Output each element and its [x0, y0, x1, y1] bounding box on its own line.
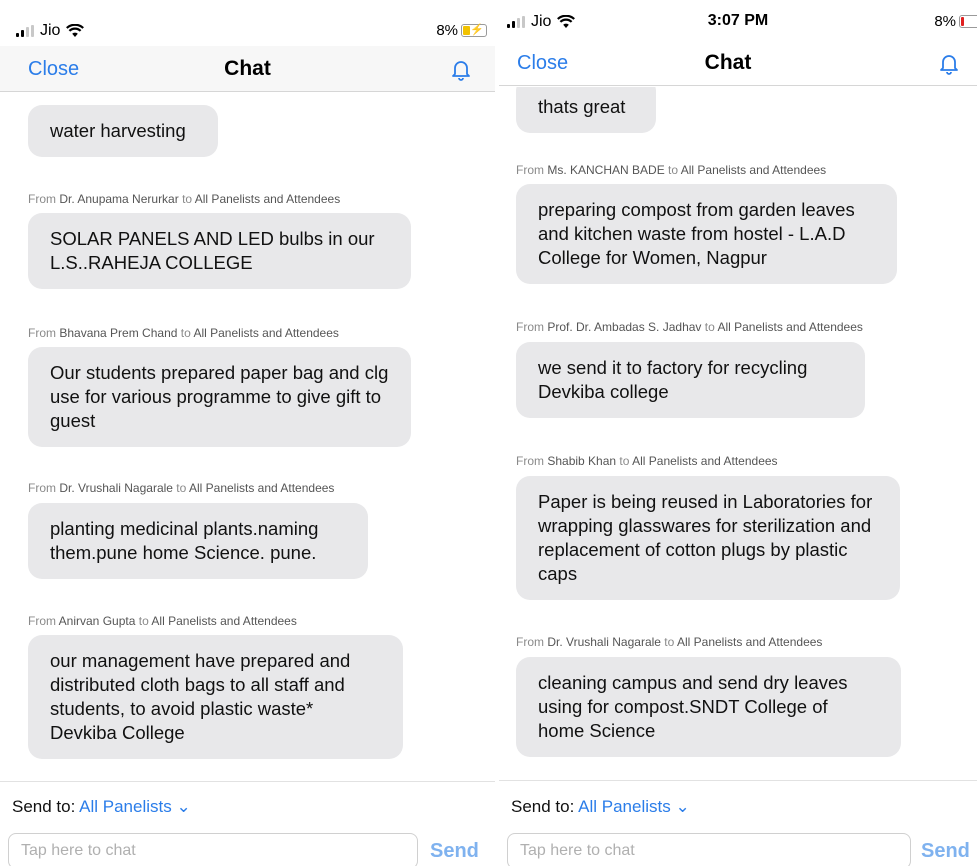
message-bubble: thats great [516, 87, 656, 133]
battery-icon [959, 15, 977, 28]
recipient-name: All Panelists and Attendees [676, 635, 823, 649]
recipient-name: All Panelists and Attendees [717, 320, 863, 334]
message-bubble: preparing compost from garden leaves and… [516, 184, 897, 284]
status-bar: Jio 3:07 PM 8% [499, 0, 977, 40]
send-to-label: Send to: [511, 797, 575, 816]
recipient-name: All Panelists and Attendees [151, 614, 297, 628]
message-sender-line: From Ms. KANCHAN BADE to All Panelists a… [516, 163, 827, 177]
sender-name: Dr. Vrushali Nagarale [547, 635, 661, 649]
recipient-name: All Panelists and Attendees [632, 454, 778, 468]
message-sender-line: From Shabib Khan to All Panelists and At… [516, 454, 778, 468]
message-sender-line: From Anirvan Gupta to All Panelists and … [28, 614, 297, 628]
chat-screen-right: Jio 3:07 PM 8% Close Chat thats great Fr… [499, 0, 977, 866]
page-title: Chat [704, 51, 752, 74]
send-button[interactable]: Send [430, 840, 479, 863]
chat-message-list[interactable]: water harvesting From Dr. Anupama Nerurk… [0, 93, 495, 776]
footer-divider [0, 781, 495, 782]
chevron-down-icon: ⌄ [176, 797, 191, 816]
sender-name: Dr. Anupama Nerurkar [59, 192, 179, 206]
message-sender-line: From Bhavana Prem Chand to All Panelists… [28, 326, 339, 340]
carrier-name: Jio [40, 22, 61, 39]
page-title: Chat [224, 57, 271, 80]
nav-bar: Close Chat [499, 40, 977, 86]
message-bubble: SOLAR PANELS AND LED bulbs in our L.S..R… [28, 213, 411, 289]
sender-name: Anirvan Gupta [58, 614, 136, 628]
recipient-name: All Panelists and Attendees [680, 163, 827, 177]
status-time: 3:07 PM [707, 12, 769, 29]
message-sender-line: From Prof. Dr. Ambadas S. Jadhav to All … [516, 320, 863, 334]
send-to-row: Send to: All Panelists ⌄ [511, 797, 690, 817]
sender-name: Shabib Khan [547, 454, 617, 468]
footer-divider [499, 780, 977, 781]
message-bubble: water harvesting [28, 105, 218, 157]
chat-input[interactable]: Tap here to chat [507, 833, 911, 866]
message-sender-line: From Dr. Vrushali Nagarale to All Paneli… [28, 481, 335, 495]
bell-icon[interactable] [449, 57, 473, 81]
message-bubble: Our students prepared paper bag and clg … [28, 347, 411, 447]
signal-icon [16, 25, 34, 37]
send-to-label: Send to: [12, 797, 76, 816]
chat-screen-left: Jio 8% ⚡ Close Chat water harvesting Fro… [0, 0, 495, 866]
battery-status: 8% ⚡ [436, 22, 487, 39]
recipient-name: All Panelists and Attendees [194, 192, 341, 206]
send-button[interactable]: Send [921, 840, 970, 863]
carrier-info: Jio [16, 22, 85, 40]
message-bubble: Paper is being reused in Laboratories fo… [516, 476, 900, 600]
wifi-icon [66, 24, 85, 37]
sender-name: Dr. Vrushali Nagarale [59, 481, 173, 495]
sender-name: Ms. KANCHAN BADE [547, 163, 665, 177]
message-bubble: our management have prepared and distrib… [28, 635, 403, 759]
battery-percent: 8% [436, 22, 458, 39]
battery-status: 8% [934, 13, 977, 30]
message-bubble: planting medicinal plants.naming them.pu… [28, 503, 368, 579]
message-sender-line: From Dr. Vrushali Nagarale to All Paneli… [516, 635, 823, 649]
send-to-row: Send to: All Panelists ⌄ [12, 797, 191, 817]
status-bar: Jio 8% ⚡ [0, 0, 495, 40]
sender-name: Bhavana Prem Chand [59, 326, 178, 340]
message-bubble: we send it to factory for recycling Devk… [516, 342, 865, 418]
chevron-down-icon: ⌄ [675, 797, 690, 816]
send-to-dropdown[interactable]: All Panelists ⌄ [79, 797, 191, 816]
message-bubble: cleaning campus and send dry leaves usin… [516, 657, 901, 757]
bell-icon[interactable] [937, 51, 961, 75]
recipient-name: All Panelists and Attendees [188, 481, 335, 495]
chat-input[interactable]: Tap here to chat [8, 833, 418, 866]
recipient-name: All Panelists and Attendees [193, 326, 339, 340]
send-to-dropdown[interactable]: All Panelists ⌄ [578, 797, 690, 816]
message-sender-line: From Dr. Anupama Nerurkar to All Panelis… [28, 192, 341, 206]
sender-name: Prof. Dr. Ambadas S. Jadhav [547, 320, 702, 334]
battery-percent: 8% [934, 13, 956, 30]
nav-bar: Close Chat [0, 46, 495, 92]
chat-message-list[interactable]: thats great From Ms. KANCHAN BADE to All… [499, 87, 977, 780]
battery-icon: ⚡ [461, 24, 487, 37]
